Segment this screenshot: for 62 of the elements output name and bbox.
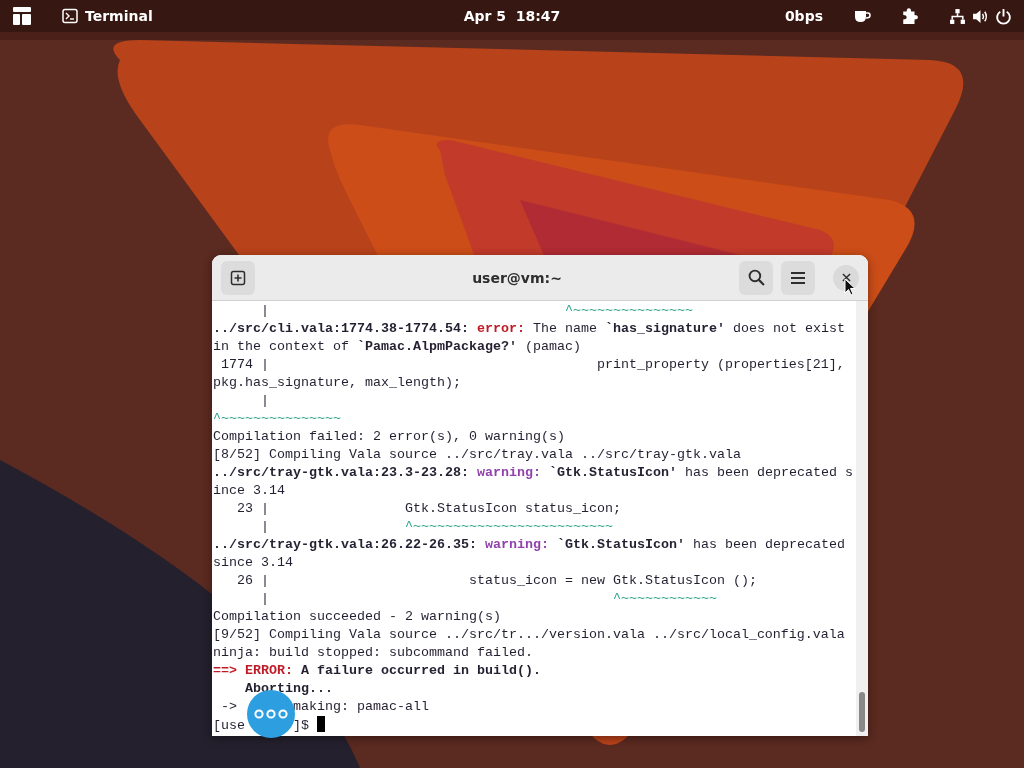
terminal-text: | — [260, 303, 270, 318]
caret-marker: ^~~~~~~~~~~~~~~~ — [213, 411, 341, 426]
window-title: user@vm:~ — [471, 269, 563, 286]
warning-label: warning: — [476, 465, 541, 480]
menu-button[interactable] — [781, 260, 815, 295]
power-icon[interactable] — [995, 7, 1012, 25]
terminal-text: [8/52] Compiling Vala source ../src/tray.vala ../src/tray-gtk.vala — [213, 447, 741, 462]
terminal-text: ../src/cli.vala:1774.38-1774.54: — [213, 321, 470, 336]
terminal-text: A failure occurred in build(). — [299, 663, 541, 678]
terminal-text: Compilation failed: 2 error(s), 0 warning(s) — [213, 429, 565, 444]
volume-icon[interactable] — [972, 7, 989, 25]
puzzle-icon[interactable] — [901, 7, 919, 25]
terminal-text: pkg.has_signature, max_length); — [213, 375, 461, 390]
search-icon — [747, 269, 765, 286]
text-cursor — [317, 716, 325, 732]
terminal-text: has been deprecated — [691, 537, 845, 552]
activities-icon[interactable] — [12, 6, 32, 26]
warning-label: warning: — [484, 537, 549, 552]
terminal-text: [9/52] Compiling Vala source ../src/tr.../version.vala ../src/local_config.vala — [213, 627, 845, 642]
network-icon[interactable] — [949, 7, 966, 25]
terminal-text: The name — [531, 321, 598, 336]
terminal-text: ninja: build stopped: subcommand failed. — [213, 645, 533, 660]
cup-icon[interactable] — [853, 8, 871, 24]
network-speed: 0bps — [784, 8, 823, 24]
mouse-pointer-icon — [844, 278, 856, 296]
terminal-text: | — [260, 591, 270, 606]
terminal-text: 26 | status_icon = new Gtk.StatusIcon (); — [236, 573, 757, 588]
error-label: error: — [476, 321, 525, 336]
plus-square-icon — [230, 269, 246, 286]
caret-marker: ^~~~~~~~~~~~~~~~~~~~~~~~~~ — [404, 519, 613, 534]
menu-icon — [790, 269, 806, 286]
terminal-text: 23 | Gtk.StatusIcon status_icon; — [236, 501, 621, 516]
three-dots-icon — [253, 708, 289, 720]
terminal-text: -> making: pamac-all — [220, 699, 429, 714]
scrollbar[interactable] — [856, 301, 868, 736]
error-label: ==> ERROR: — [213, 663, 293, 678]
terminal-text: `has_signature' — [604, 321, 725, 336]
terminal-text: `Pamac.AlpmPackage?' — [356, 339, 517, 354]
terminal-text: does not exist — [731, 321, 845, 336]
close-icon — [841, 273, 851, 282]
terminal-text: | — [260, 519, 270, 534]
terminal-text: ince 3.14 — [213, 483, 285, 498]
terminal-text: ../src/tray-gtk.vala:23.3-23.28: — [213, 465, 470, 480]
terminal-text: 1774 | print_property (properties[21], — [220, 357, 845, 372]
search-button[interactable] — [739, 260, 773, 295]
new-tab-button[interactable] — [221, 260, 255, 295]
terminal-text: `Gtk.StatusIcon' — [555, 537, 685, 552]
caret-marker: ^~~~~~~~~~~~~ — [612, 591, 717, 606]
terminal-text: (pamac) — [523, 339, 581, 354]
app-menu[interactable]: Terminal — [62, 8, 153, 24]
terminal-text: [use ]$ — [213, 718, 310, 733]
terminal-text: Aborting... — [244, 681, 333, 696]
terminal-text: `Gtk.StatusIcon' — [547, 465, 677, 480]
terminal-text: in the context of — [213, 339, 350, 354]
clock[interactable]: Apr 5 18:47 — [463, 8, 561, 24]
terminal-text: since 3.14 — [213, 555, 293, 570]
terminal-text: has been deprecated s — [683, 465, 853, 480]
terminal-text: Compilation succeeded - 2 warning(s) — [213, 609, 501, 624]
caret-marker: ^~~~~~~~~~~~~~~~ — [564, 303, 693, 318]
terminal-text: | — [260, 393, 269, 408]
terminal-text: ../src/tray-gtk.vala:26.22-26.35: — [213, 537, 478, 552]
terminal-icon — [62, 8, 78, 24]
